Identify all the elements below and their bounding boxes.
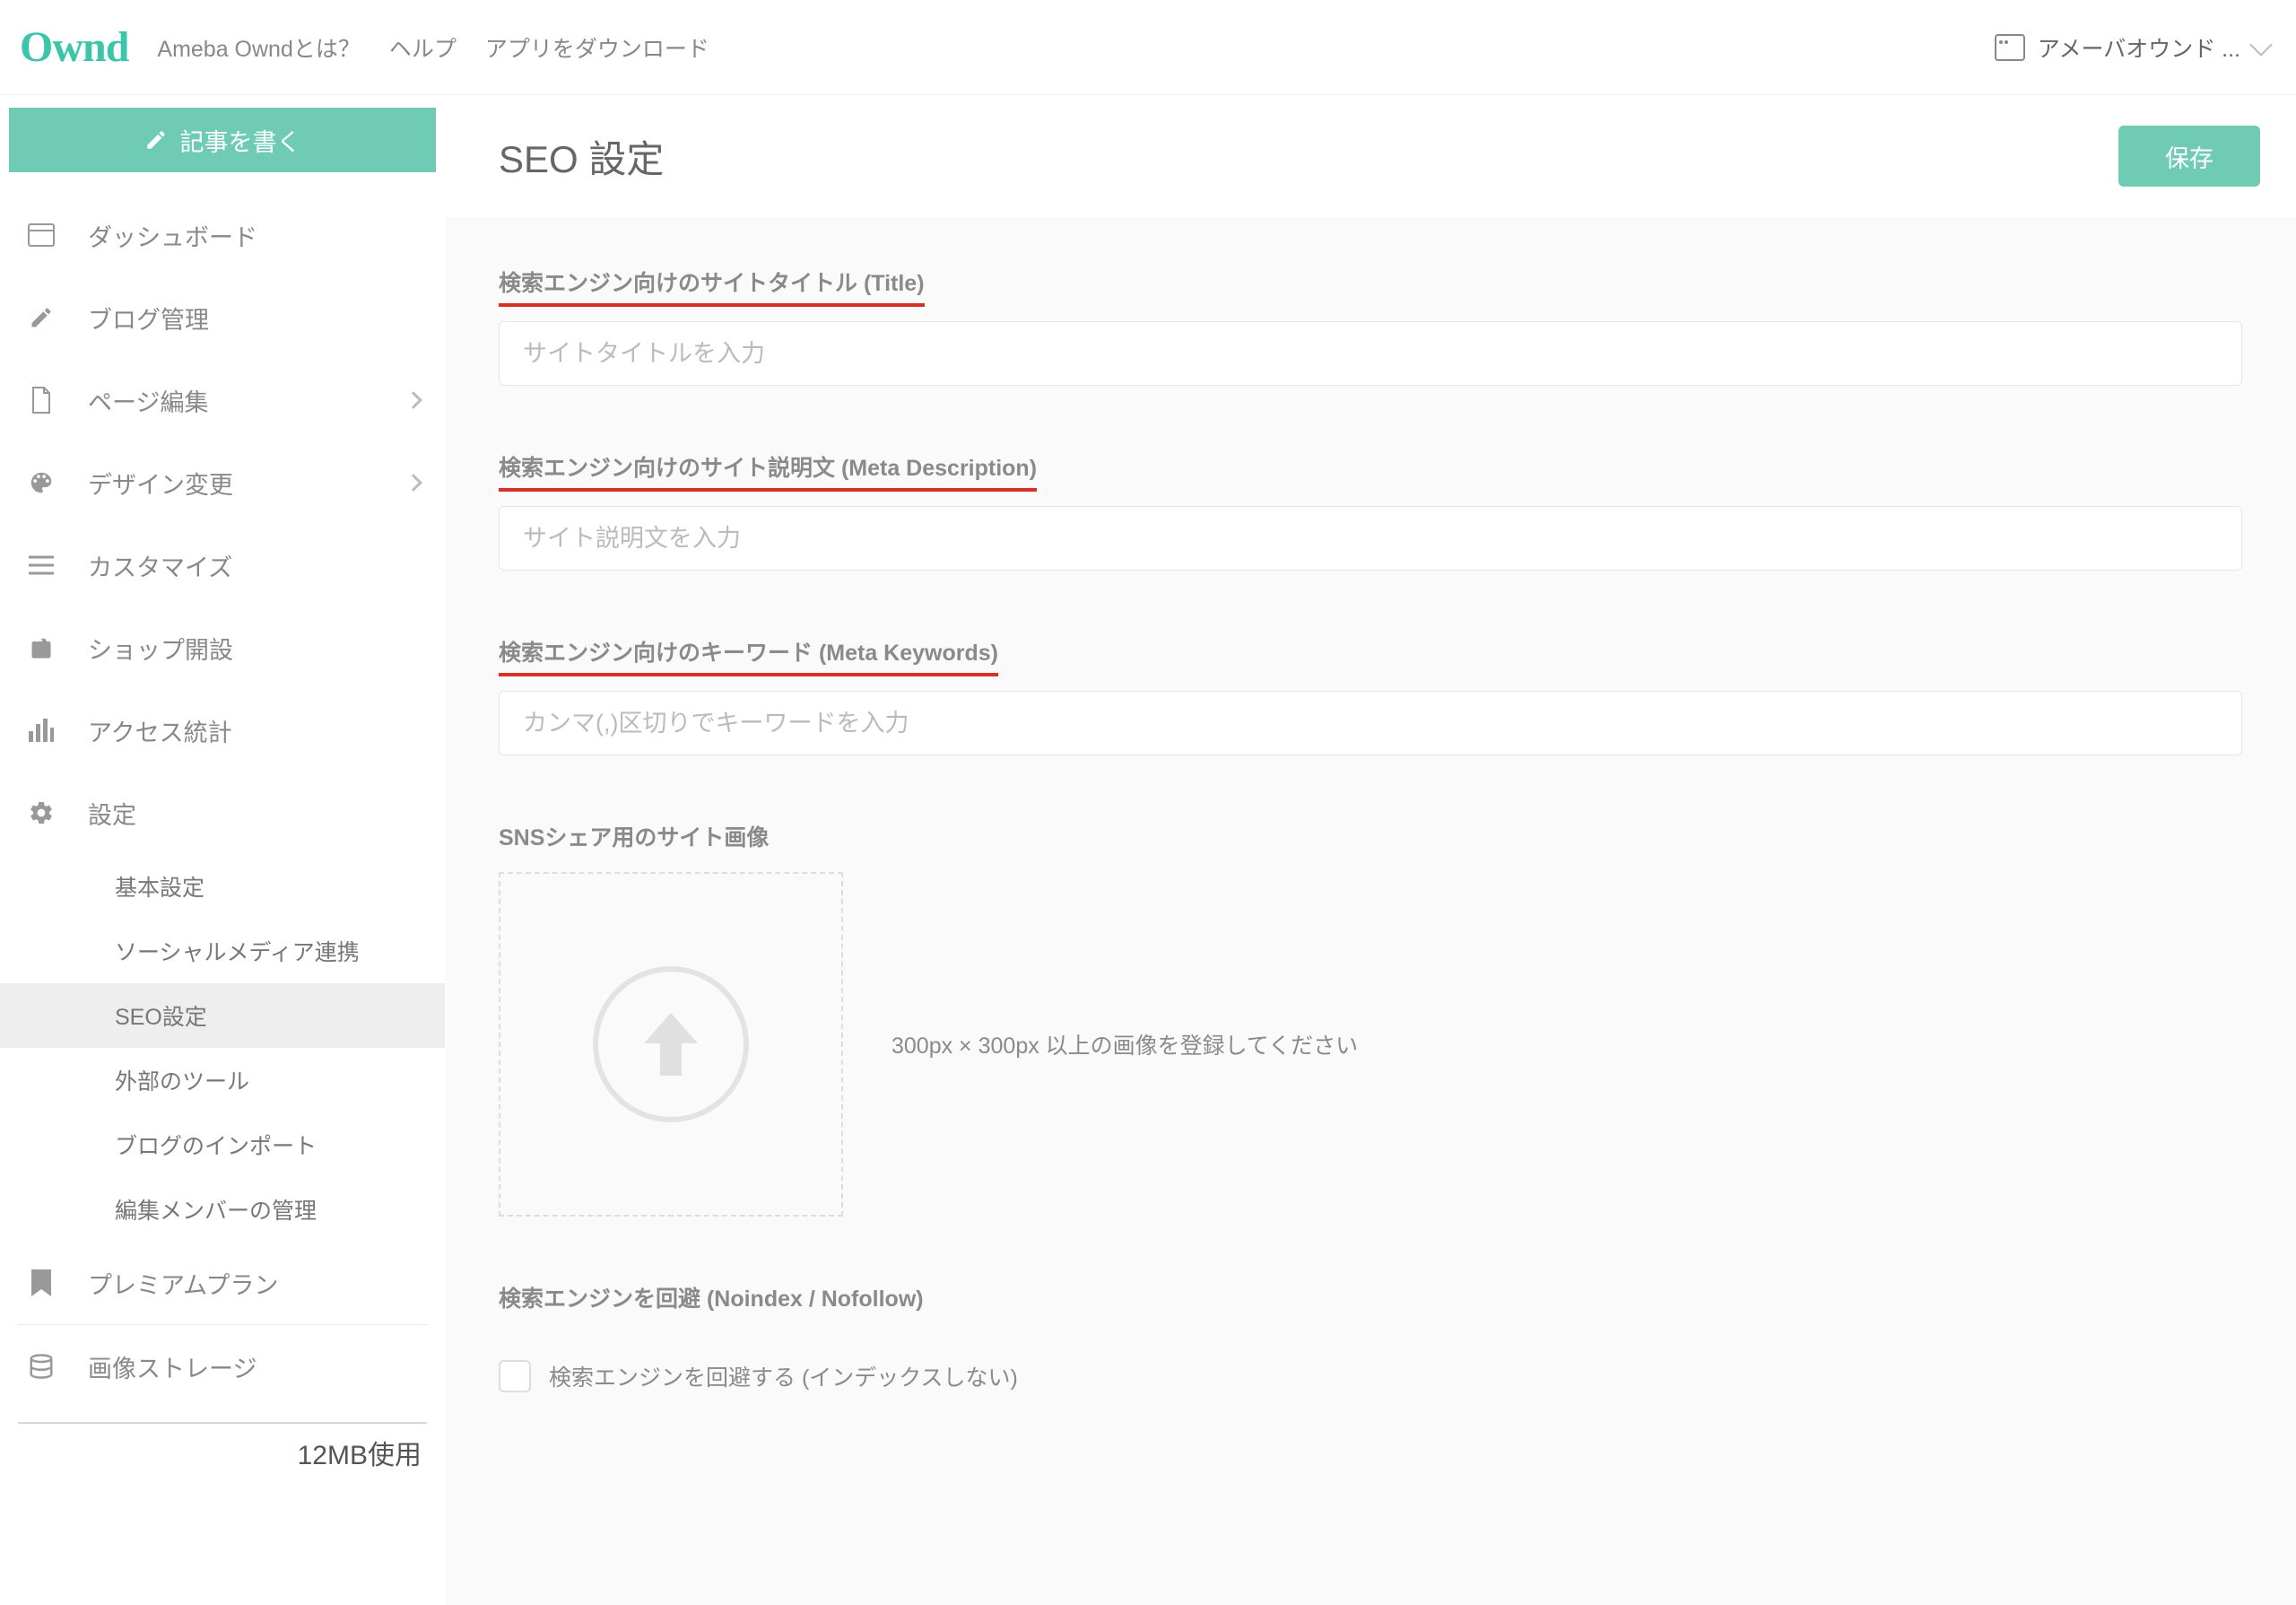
sidebar-label: ダッシュボード (88, 218, 420, 253)
upload-hint: 300px × 300px 以上の画像を登録してください (891, 1028, 1358, 1060)
sidebar-label: デザイン変更 (88, 466, 407, 501)
sidebar-label: ブログ管理 (88, 301, 420, 336)
image-upload-box[interactable] (499, 872, 843, 1217)
site-selector[interactable]: アメーバオウンド ... (1995, 31, 2269, 64)
upload-circle (593, 966, 749, 1122)
sidebar-label: ショップ開設 (88, 631, 420, 666)
site-selector-label: アメーバオウンド ... (2038, 31, 2240, 64)
title-field-label: 検索エンジン向けのサイトタイトル (Title) (499, 266, 925, 307)
dashboard-icon (25, 219, 57, 251)
sub-item-external[interactable]: 外部のツール (0, 1048, 445, 1112)
save-button[interactable]: 保存 (2118, 126, 2260, 187)
sidebar-label: ページ編集 (88, 383, 407, 418)
sidebar-label: カスタマイズ (88, 548, 420, 583)
noindex-checkbox-label: 検索エンジンを回避する (インデックスしない) (549, 1360, 1018, 1392)
write-post-label: 記事を書く (180, 123, 301, 158)
shop-icon (25, 632, 57, 664)
sidebar-item-settings[interactable]: 設定 (0, 772, 445, 854)
sidebar-item-storage[interactable]: 画像ストレージ (0, 1325, 445, 1408)
sidebar-item-dashboard[interactable]: ダッシュボード (0, 194, 445, 276)
sns-field-label: SNSシェア用のサイト画像 (499, 820, 769, 858)
sidebar-item-design[interactable]: デザイン変更 (0, 441, 445, 524)
sidebar-item-blog[interactable]: ブログ管理 (0, 276, 445, 359)
noindex-field-label: 検索エンジンを回避 (Noindex / Nofollow) (499, 1281, 924, 1319)
sidebar-label: 設定 (88, 796, 420, 831)
sidebar-label: プレミアムプラン (88, 1266, 420, 1301)
meta-description-input[interactable] (499, 506, 2242, 571)
settings-submenu: 基本設定 ソーシャルメディア連携 SEO設定 外部のツール ブログのインポート … (0, 854, 445, 1242)
sidebar-item-pages[interactable]: ページ編集 (0, 359, 445, 441)
edit-icon (25, 301, 57, 334)
sub-item-basic[interactable]: 基本設定 (0, 854, 445, 919)
sidebar-item-stats[interactable]: アクセス統計 (0, 689, 445, 772)
site-title-input[interactable] (499, 321, 2242, 386)
chart-icon (25, 714, 57, 746)
sidebar-item-shop[interactable]: ショップ開設 (0, 606, 445, 689)
sub-item-social[interactable]: ソーシャルメディア連携 (0, 919, 445, 983)
nav-help[interactable]: ヘルプ (389, 31, 457, 64)
chevron-down-icon (2249, 33, 2272, 56)
gear-icon (25, 797, 57, 829)
desc-field-label: 検索エンジン向けのサイト説明文 (Meta Description) (499, 450, 1037, 492)
page-title: SEO 設定 (499, 129, 664, 184)
meta-keywords-input[interactable] (499, 691, 2242, 755)
chevron-right-icon (404, 474, 422, 492)
header-left: Ownd Ameba Owndとは？ ヘルプ アプリをダウンロード (20, 22, 709, 72)
sidebar-label: アクセス統計 (88, 713, 420, 748)
nav-about[interactable]: Ameba Owndとは？ (157, 31, 360, 64)
page-icon (25, 384, 57, 416)
sidebar-item-customize[interactable]: カスタマイズ (0, 524, 445, 606)
noindex-checkbox[interactable] (499, 1360, 531, 1392)
upload-arrow-icon (644, 1013, 698, 1076)
list-icon (25, 549, 57, 581)
main-header: SEO 設定 保存 (445, 95, 2296, 217)
palette-icon (25, 467, 57, 499)
sidebar-label: 画像ストレージ (88, 1349, 420, 1384)
header-nav: Ameba Owndとは？ ヘルプ アプリをダウンロード (157, 31, 709, 64)
nav-download[interactable]: アプリをダウンロード (485, 31, 709, 64)
top-header: Ownd Ameba Owndとは？ ヘルプ アプリをダウンロード アメーバオウ… (0, 0, 2296, 95)
storage-usage: 12MB使用 (18, 1424, 427, 1472)
sidebar: 記事を書く ダッシュボード ブログ管理 ページ編集 デザイン変更 (0, 95, 445, 1605)
sub-item-members[interactable]: 編集メンバーの管理 (0, 1177, 445, 1242)
storage-icon (25, 1350, 57, 1383)
window-icon (1995, 34, 2025, 61)
main-content: SEO 設定 保存 検索エンジン向けのサイトタイトル (Title) 検索エンジ… (445, 95, 2296, 1605)
bookmark-icon (25, 1267, 57, 1299)
sub-item-seo[interactable]: SEO設定 (0, 983, 445, 1048)
sidebar-item-premium[interactable]: プレミアムプラン (0, 1242, 445, 1324)
write-post-button[interactable]: 記事を書く (9, 108, 436, 172)
logo[interactable]: Ownd (20, 22, 128, 72)
pen-icon (144, 128, 168, 152)
keywords-field-label: 検索エンジン向けのキーワード (Meta Keywords) (499, 635, 998, 676)
sub-item-import[interactable]: ブログのインポート (0, 1112, 445, 1177)
chevron-right-icon (404, 391, 422, 409)
